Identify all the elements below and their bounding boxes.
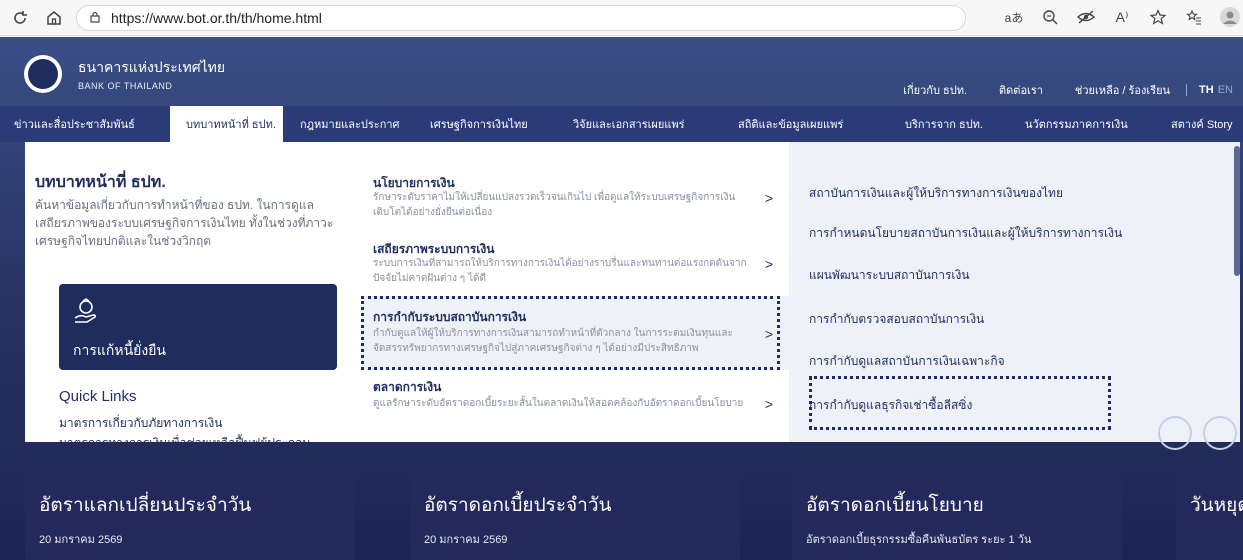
nav-label: ข่าวและสื่อประชาสัมพันธ์ — [14, 119, 135, 131]
money-bag-hand-icon — [73, 298, 99, 324]
feature-debt-card[interactable]: การแก้หนี้ยั่งยืน — [59, 284, 337, 370]
topic-desc: ดูแลรักษาระดับอัตราดอกเบี้ยระยะสั้นในตลา… — [373, 398, 744, 409]
lang-en[interactable]: EN — [1218, 84, 1233, 96]
card-title: อัตราแลกเปลี่ยนประจำวัน — [39, 495, 252, 516]
card-title: วันหยุด — [1190, 495, 1243, 516]
topic-monetary-policy[interactable]: นโยบายการเงิน รักษาระดับราคาไม่ให้เปลี่ย… — [361, 164, 789, 230]
quick-link[interactable]: มาตรการทางการเงินเพื่อช่วยเหลือฟื้นฟูผู้… — [59, 434, 310, 442]
language-switch[interactable]: TH EN — [1186, 84, 1233, 96]
nav-satang-story[interactable]: สตางค์ Story — [1171, 106, 1243, 142]
quick-links-title: Quick Links — [59, 388, 137, 405]
card-subtitle: อัตราดอกเบี้ยธุรกรรมซื้อคืนพันธบัตร ระยะ… — [806, 534, 1032, 546]
carousel-next-button[interactable] — [1203, 416, 1237, 450]
card-date: 20 มกราคม 2569 — [424, 534, 508, 546]
url-text[interactable]: https://www.bot.or.th/th/home.html — [111, 10, 322, 26]
nav-economy[interactable]: เศรษฐกิจการเงินไทย — [430, 106, 560, 142]
subtopic-link[interactable]: การกำกับตรวจสอบสถาบันการเงิน — [809, 310, 984, 329]
favorite-icon[interactable] — [1145, 4, 1171, 30]
topic-desc: ระบบการเงินที่สามารถให้บริการทางการเงินไ… — [373, 258, 747, 284]
nav-statistics[interactable]: สถิติและข้อมูลเผยแพร่ — [738, 106, 888, 142]
subtopic-link[interactable]: การกำหนดนโยบายสถาบันการเงินและผู้ให้บริก… — [809, 224, 1122, 243]
top-link-contact[interactable]: ติดต่อเรา — [999, 81, 1043, 99]
mega-description: ค้นหาข้อมูลเกี่ยวกับการทำหน้าที่ของ ธปท.… — [35, 198, 334, 248]
nav-label: เศรษฐกิจการเงินไทย — [430, 119, 528, 131]
subtopic-link[interactable]: แผนพัฒนาระบบสถาบันการเงิน — [809, 266, 970, 285]
mega-menu: บทบาทหน้าที่ ธปท. ค้นหาข้อมูลเกี่ยวกับกา… — [25, 142, 1240, 442]
topic-desc: กำกับดูแลให้ผู้ให้บริการทางการเงินสามารถ… — [373, 328, 733, 354]
chevron-right-icon: > — [764, 396, 773, 412]
nav-law[interactable]: กฎหมายและประกาศ — [300, 106, 440, 142]
card-policy-rate[interactable]: อัตราดอกเบี้ยนโยบาย อัตราดอกเบี้ยธุรกรรม… — [792, 466, 1122, 560]
main-nav: ข่าวและสื่อประชาสัมพันธ์ บทบาทหน้าที่ ธป… — [0, 106, 1243, 142]
topic-financial-stability[interactable]: เสถียรภาพระบบการเงิน ระบบการเงินที่สามาร… — [361, 230, 789, 296]
subtopic-link-leasing[interactable]: การกำกับดูแลธุรกิจเช่าซื้อลีสซิ่ง — [809, 396, 972, 415]
subtopic-link[interactable]: การกำกับดูแลสถาบันการเงินเฉพาะกิจ — [809, 352, 1005, 371]
mega-topics: นโยบายการเงิน รักษาระดับราคาไม่ให้เปลี่ย… — [361, 142, 789, 442]
card-interest-rate[interactable]: อัตราดอกเบี้ยประจำวัน 20 มกราคม 2569 — [410, 466, 740, 560]
card-date: 20 มกราคม 2569 — [39, 534, 123, 546]
mega-title: บทบาทหน้าที่ ธปท. — [35, 174, 166, 191]
lang-th[interactable]: TH — [1199, 84, 1214, 96]
card-holidays[interactable]: วันหยุด — [1176, 466, 1243, 560]
mega-scrollbar[interactable] — [1234, 142, 1240, 442]
nav-label: กฎหมายและประกาศ — [300, 119, 400, 131]
zoom-icon[interactable] — [1037, 4, 1063, 30]
topic-desc: รักษาระดับราคาไม่ให้เปลี่ยนแปลงรวดเร็วจน… — [373, 192, 736, 218]
card-title: อัตราดอกเบี้ยประจำวัน — [424, 495, 612, 516]
mega-subtopics: สถาบันการเงินและผู้ให้บริการทางการเงินขอ… — [789, 142, 1240, 442]
nav-label: บริการจาก ธปท. — [905, 119, 983, 131]
top-link-about[interactable]: เกี่ยวกับ ธปท. — [903, 81, 967, 99]
logo-thai: ธนาคารแห่งประเทศไทย — [78, 59, 226, 75]
topic-fi-supervision[interactable]: การกำกับระบบสถาบันการเงิน กำกับดูแลให้ผู… — [361, 296, 789, 370]
nav-label: นวัตกรรมภาคการเงิน — [1025, 119, 1128, 131]
address-bar[interactable]: https://www.bot.or.th/th/home.html — [76, 5, 966, 31]
card-exchange-rate[interactable]: อัตราแลกเปลี่ยนประจำวัน 20 มกราคม 2569 — [25, 466, 355, 560]
nav-label: วิจัยและเอกสารเผยแพร่ — [573, 119, 685, 131]
logo-english: BANK OF THAILAND — [78, 81, 173, 91]
browser-toolbar: https://www.bot.or.th/th/home.html aあ A⁾ — [0, 0, 1243, 36]
nav-label: บทบาทหน้าที่ ธปท. — [186, 119, 276, 131]
read-aloud-icon[interactable]: aあ — [1001, 4, 1027, 30]
topic-title: การกำกับระบบสถาบันการเงิน — [373, 310, 527, 324]
chevron-right-icon: > — [764, 190, 773, 206]
browser-actions: aあ A⁾ — [1001, 4, 1243, 30]
home-icon[interactable] — [40, 4, 68, 32]
garuda-emblem-icon — [28, 59, 58, 89]
quick-link[interactable]: มาตรการเกี่ยวกับภัยทางการเงิน — [59, 414, 222, 433]
read-icon[interactable]: A⁾ — [1109, 4, 1135, 30]
chevron-right-icon: > — [764, 326, 773, 342]
topic-money-market[interactable]: ตลาดการเงิน ดูแลรักษาระดับอัตราดอกเบี้ยร… — [361, 370, 789, 442]
topic-title: ตลาดการเงิน — [373, 380, 442, 394]
mega-intro: บทบาทหน้าที่ ธปท. ค้นหาข้อมูลเกี่ยวกับกา… — [35, 142, 355, 442]
nav-innovation[interactable]: นวัตกรรมภาคการเงิน — [1025, 106, 1155, 142]
profile-avatar[interactable] — [1217, 4, 1243, 30]
top-links: เกี่ยวกับ ธปท. ติดต่อเรา ช่วยเหลือ / ร้อ… — [903, 81, 1233, 99]
nav-research[interactable]: วิจัยและเอกสารเผยแพร่ — [573, 106, 723, 142]
scrollbar-thumb[interactable] — [1234, 146, 1240, 276]
card-title: อัตราดอกเบี้ยนโยบาย — [806, 495, 984, 516]
nav-roles[interactable]: บทบาทหน้าที่ ธปท. — [170, 106, 283, 142]
lock-icon — [89, 11, 101, 26]
feature-label: การแก้หนี้ยั่งยืน — [73, 342, 166, 358]
bot-website: ธนาคารแห่งประเทศไทย BANK OF THAILAND เกี… — [0, 37, 1243, 560]
nav-news[interactable]: ข่าวและสื่อประชาสัมพันธ์ — [0, 106, 170, 142]
logo-text[interactable]: ธนาคารแห่งประเทศไทย BANK OF THAILAND — [78, 57, 225, 91]
chevron-right-icon: > — [764, 256, 773, 272]
nav-services[interactable]: บริการจาก ธปท. — [905, 106, 1015, 142]
top-link-help[interactable]: ช่วยเหลือ / ร้องเรียน — [1075, 81, 1170, 99]
bot-logo[interactable] — [24, 55, 62, 93]
refresh-icon[interactable] — [6, 4, 34, 32]
favorites-list-icon[interactable] — [1181, 4, 1207, 30]
carousel-prev-button[interactable] — [1158, 416, 1192, 450]
subtopic-link[interactable]: สถาบันการเงินและผู้ให้บริการทางการเงินขอ… — [809, 184, 1063, 203]
tracking-icon[interactable] — [1073, 4, 1099, 30]
nav-label: สถิติและข้อมูลเผยแพร่ — [738, 119, 844, 131]
nav-label: สตางค์ Story — [1171, 119, 1233, 131]
